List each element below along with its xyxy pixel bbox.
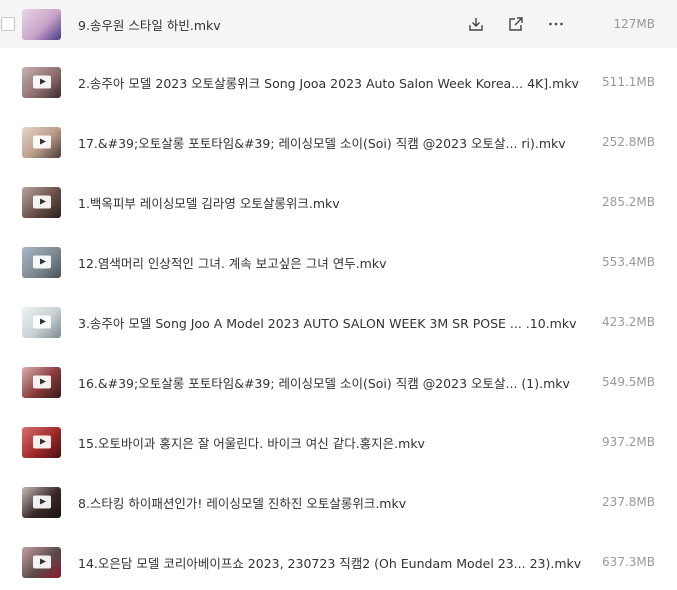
file-name[interactable]: 14.오은담 모델 코리아베이프쇼 2023, 230723 직캠2 (Oh E… xyxy=(78,553,581,572)
more-icon[interactable] xyxy=(546,14,566,34)
share-icon[interactable] xyxy=(506,14,526,34)
file-name[interactable]: 1.백옥피부 레이싱모델 김라영 오토살롱위크.mkv xyxy=(78,193,340,212)
file-name[interactable]: 15.오토바이과 홍지은 잘 어울린다. 바이크 여신 같다.홍지은.mkv xyxy=(78,433,425,452)
file-name[interactable]: 2.송주아 모델 2023 오토살롱위크 Song Jooa 2023 Auto… xyxy=(78,73,579,92)
file-size: 549.5MB xyxy=(602,375,655,389)
file-name[interactable]: 16.&#39;오토살롱 포토타임&#39; 레이싱모델 소이(Soi) 직캠 … xyxy=(78,373,570,392)
file-row[interactable]: 3.송주아 모델 Song Joo A Model 2023 AUTO SALO… xyxy=(0,300,677,344)
play-icon xyxy=(32,435,51,449)
file-name[interactable]: 9.송우원 스타일 하빈.mkv xyxy=(78,15,221,34)
play-icon xyxy=(32,375,51,389)
video-thumbnail[interactable] xyxy=(22,66,61,98)
file-size: 252.8MB xyxy=(602,135,655,149)
file-row[interactable]: 16.&#39;오토살롱 포토타임&#39; 레이싱모델 소이(Soi) 직캠 … xyxy=(0,360,677,404)
play-icon xyxy=(32,255,51,269)
file-size: 511.1MB xyxy=(602,75,655,89)
row-actions xyxy=(466,14,586,34)
video-thumbnail[interactable] xyxy=(22,546,61,578)
file-row[interactable]: 9.송우원 스타일 하빈.mkv 127MB xyxy=(0,0,677,48)
download-icon[interactable] xyxy=(466,14,486,34)
video-thumbnail[interactable] xyxy=(22,246,61,278)
play-icon xyxy=(32,495,51,509)
file-row[interactable]: 14.오은담 모델 코리아베이프쇼 2023, 230723 직캠2 (Oh E… xyxy=(0,540,677,584)
file-row[interactable]: 15.오토바이과 홍지은 잘 어울린다. 바이크 여신 같다.홍지은.mkv 9… xyxy=(0,420,677,464)
file-name[interactable]: 12.염색머리 인상적인 그녀. 계속 보고싶은 그녀 연두.mkv xyxy=(78,253,386,272)
video-thumbnail[interactable] xyxy=(22,126,61,158)
file-row[interactable]: 8.스타킹 하이패션인가! 레이싱모델 진하진 오토살롱위크.mkv 237.8… xyxy=(0,480,677,524)
file-size: 553.4MB xyxy=(602,255,655,269)
file-name[interactable]: 8.스타킹 하이패션인가! 레이싱모델 진하진 오토살롱위크.mkv xyxy=(78,493,406,512)
video-thumbnail[interactable] xyxy=(22,8,61,40)
file-row[interactable]: 2.송주아 모델 2023 오토살롱위크 Song Jooa 2023 Auto… xyxy=(0,60,677,104)
file-name[interactable]: 17.&#39;오토살롱 포토타임&#39; 레이싱모델 소이(Soi) 직캠 … xyxy=(78,133,566,152)
play-icon xyxy=(32,75,51,89)
file-size: 127MB xyxy=(613,17,656,31)
row-checkbox[interactable] xyxy=(1,17,15,31)
file-name[interactable]: 3.송주아 모델 Song Joo A Model 2023 AUTO SALO… xyxy=(78,313,576,332)
file-size: 423.2MB xyxy=(602,315,655,329)
file-size: 237.8MB xyxy=(602,495,655,509)
play-icon xyxy=(32,195,51,209)
video-thumbnail[interactable] xyxy=(22,426,61,458)
play-icon xyxy=(32,555,51,569)
file-size: 937.2MB xyxy=(602,435,655,449)
video-thumbnail[interactable] xyxy=(22,306,61,338)
file-row[interactable]: 12.염색머리 인상적인 그녀. 계속 보고싶은 그녀 연두.mkv 553.4… xyxy=(0,240,677,284)
file-row[interactable]: 17.&#39;오토살롱 포토타임&#39; 레이싱모델 소이(Soi) 직캠 … xyxy=(0,120,677,164)
file-size: 285.2MB xyxy=(602,195,655,209)
play-icon xyxy=(32,315,51,329)
play-icon xyxy=(32,135,51,149)
file-size: 637.3MB xyxy=(602,555,655,569)
video-thumbnail[interactable] xyxy=(22,186,61,218)
video-thumbnail[interactable] xyxy=(22,486,61,518)
file-row[interactable]: 1.백옥피부 레이싱모델 김라영 오토살롱위크.mkv 285.2MB xyxy=(0,180,677,224)
video-thumbnail[interactable] xyxy=(22,366,61,398)
